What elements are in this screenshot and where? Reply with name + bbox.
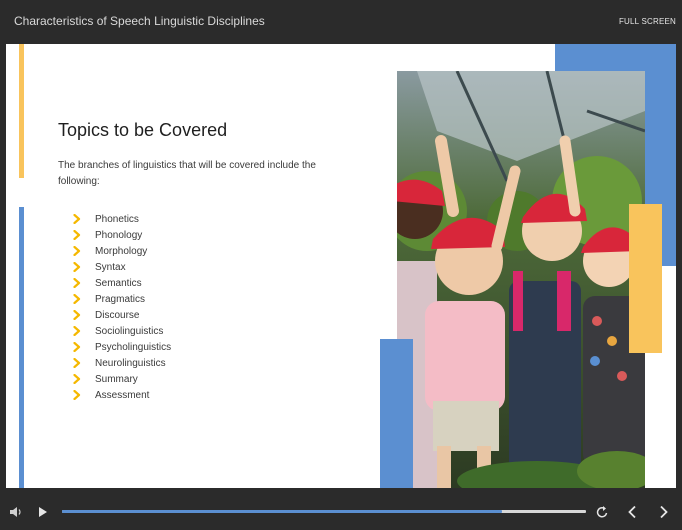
decorative-yellow-block <box>629 204 662 353</box>
topic-list-item: Syntax <box>72 259 171 275</box>
topic-list-item: Morphology <box>72 243 171 259</box>
replay-icon[interactable] <box>596 505 609 519</box>
decorative-blue-block-bottom <box>380 339 413 488</box>
topic-list-item: Phonetics <box>72 211 171 227</box>
chevron-right-icon <box>72 374 82 384</box>
chevron-right-icon <box>72 230 82 240</box>
topic-label: Pragmatics <box>95 293 146 305</box>
volume-icon[interactable] <box>9 505 23 519</box>
player-controls <box>0 494 682 530</box>
slide: Topics to be Covered The branches of lin… <box>6 44 676 488</box>
topic-label: Discourse <box>95 309 140 321</box>
topic-list-item: Psycholinguistics <box>72 339 171 355</box>
topic-label: Morphology <box>95 245 148 257</box>
decorative-blue-bar <box>19 207 24 488</box>
decorative-yellow-bar <box>19 44 24 178</box>
chevron-right-icon <box>72 342 82 352</box>
children-gardening-photo <box>397 71 645 488</box>
chevron-right-icon <box>72 246 82 256</box>
topic-list-item: Pragmatics <box>72 291 171 307</box>
progress-bar[interactable] <box>62 510 586 513</box>
chevron-right-icon <box>72 390 82 400</box>
chevron-right-icon <box>72 294 82 304</box>
topic-list: Phonetics Phonology Morphology Syntax Semant… <box>72 211 171 403</box>
progress-fill <box>62 510 503 513</box>
chevron-right-icon <box>72 214 82 224</box>
slide-intro: The branches of linguistics that will be… <box>58 160 316 187</box>
topic-list-item: Phonology <box>72 227 171 243</box>
topic-list-item: Summary <box>72 371 171 387</box>
topic-label: Phonology <box>95 229 143 241</box>
topic-label: Assessment <box>95 389 150 401</box>
slide-title: Topics to be Covered <box>58 120 228 140</box>
play-icon[interactable] <box>38 506 48 518</box>
chevron-right-icon <box>72 278 82 288</box>
chevron-right-icon <box>72 358 82 368</box>
topic-label: Psycholinguistics <box>95 341 172 353</box>
previous-icon[interactable] <box>627 505 637 519</box>
chevron-right-icon <box>72 262 82 272</box>
topic-label: Neurolinguistics <box>95 357 166 369</box>
topic-list-item: Sociolinguistics <box>72 323 171 339</box>
topic-label: Summary <box>95 373 138 385</box>
chevron-right-icon <box>72 310 82 320</box>
topic-label: Syntax <box>95 261 126 273</box>
topic-list-item: Semantics <box>72 275 171 291</box>
topic-label: Sociolinguistics <box>95 325 164 337</box>
fullscreen-button[interactable]: FULL SCREEN <box>619 17 676 26</box>
next-icon[interactable] <box>659 505 669 519</box>
topic-label: Phonetics <box>95 213 139 225</box>
course-title: Characteristics of Speech Linguistic Dis… <box>14 14 265 28</box>
chevron-right-icon <box>72 326 82 336</box>
top-bar: Characteristics of Speech Linguistic Dis… <box>0 0 682 44</box>
topic-list-item: Assessment <box>72 387 171 403</box>
topic-list-item: Neurolinguistics <box>72 355 171 371</box>
topic-label: Semantics <box>95 277 142 289</box>
topic-list-item: Discourse <box>72 307 171 323</box>
